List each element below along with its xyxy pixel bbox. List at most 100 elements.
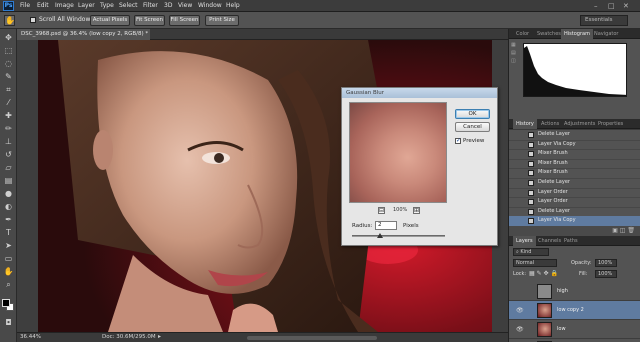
foreground-color-swatch[interactable] — [2, 299, 10, 307]
history-panel-tabs: History Actions Adjustments Properties — [509, 119, 640, 129]
healing-brush-tool-icon[interactable]: ✚ — [3, 110, 14, 121]
actual-pixels-button[interactable]: Actual Pixels — [90, 15, 130, 26]
layers-panel-tabs: Layers Channels Paths — [509, 236, 640, 246]
dodge-tool-icon[interactable]: ◐ — [3, 201, 14, 212]
horizontal-scrollbar[interactable] — [247, 336, 377, 340]
menu-help[interactable]: Help — [226, 2, 240, 9]
eraser-tool-icon[interactable]: ▱ — [3, 162, 14, 173]
zoom-in-button[interactable]: ⊞ — [413, 207, 420, 214]
radius-input[interactable]: 2 — [375, 221, 397, 230]
menu-filter[interactable]: Filter — [143, 2, 158, 9]
blur-preview-window[interactable] — [349, 102, 447, 203]
tab-swatches[interactable]: Swatches — [534, 29, 564, 39]
quick-mask-icon[interactable]: ◘ — [3, 317, 14, 328]
path-selection-tool-icon[interactable]: ➤ — [3, 240, 14, 251]
close-icon[interactable]: ✕ — [623, 2, 629, 10]
eyedropper-tool-icon[interactable]: ⁄ — [3, 97, 14, 108]
scroll-all-windows-checkbox[interactable] — [30, 17, 36, 23]
layer-row[interactable]: 👁 low copy 2 — [509, 301, 640, 320]
lock-icons[interactable]: ▦ ✎ ✥ 🔒 — [529, 270, 558, 277]
move-tool-icon[interactable]: ✥ — [3, 32, 14, 43]
opacity-label: Opacity: — [571, 260, 592, 266]
zoom-out-button[interactable]: ⊟ — [378, 207, 385, 214]
menu-window[interactable]: Window — [198, 2, 222, 9]
blend-mode-select[interactable]: Normal — [513, 259, 557, 267]
ok-button[interactable]: OK — [455, 109, 490, 119]
crop-tool-icon[interactable]: ⌗ — [3, 84, 14, 95]
layer-kind-label: Kind — [520, 249, 532, 255]
radius-slider-track[interactable] — [352, 235, 445, 237]
photoshop-logo: Ps — [3, 1, 14, 11]
histogram-curve — [524, 46, 626, 96]
tab-paths[interactable]: Paths — [561, 236, 581, 246]
minimize-icon[interactable]: – — [594, 2, 598, 10]
new-snapshot-icon[interactable]: ◫ — [620, 227, 626, 234]
marquee-tool-icon[interactable]: ⬚ — [3, 45, 14, 56]
blur-tool-icon[interactable]: ● — [3, 188, 14, 199]
visibility-eye-icon[interactable]: 👁 — [516, 307, 524, 314]
histogram-graph — [523, 43, 627, 97]
preview-zoom-level: 100% — [393, 207, 408, 213]
tab-channels[interactable]: Channels — [535, 236, 564, 246]
history-brush-tool-icon[interactable]: ↺ — [3, 149, 14, 160]
tab-layers[interactable]: Layers — [513, 236, 536, 246]
cancel-button[interactable]: Cancel — [455, 122, 490, 132]
gradient-tool-icon[interactable]: ▤ — [3, 175, 14, 186]
fill-screen-button[interactable]: Fill Screen — [169, 15, 200, 26]
history-item-label: Mixer Brush — [538, 169, 568, 176]
tab-history[interactable]: History — [513, 119, 537, 129]
layer-row[interactable]: 👁 low — [509, 320, 640, 339]
layer-name: low — [557, 326, 566, 332]
menu-layer[interactable]: Layer — [78, 2, 95, 9]
status-menu-arrow-icon[interactable]: ▸ — [158, 333, 161, 340]
history-item-label: Delete Layer — [538, 207, 570, 214]
hand-tool-icon[interactable]: ✋ — [3, 266, 14, 277]
delete-state-icon[interactable]: 🗑 — [627, 227, 635, 234]
hand-icon[interactable]: ✋ — [4, 15, 15, 26]
brush-tool-icon[interactable]: ✏ — [3, 123, 14, 134]
fill-input[interactable]: 100% — [595, 270, 617, 278]
document-tab[interactable]: DSC_3968.psd @ 36.4% (low copy 2, RGB/8)… — [17, 29, 150, 40]
history-item-label: Layer Via Copy — [538, 217, 576, 224]
menu-edit[interactable]: Edit — [37, 2, 49, 9]
history-step-icon — [528, 189, 534, 196]
quick-select-tool-icon[interactable]: ✎ — [3, 71, 14, 82]
menu-file[interactable]: File — [20, 2, 30, 9]
blur-preview-image — [350, 103, 446, 202]
clone-stamp-tool-icon[interactable]: ⊥ — [3, 136, 14, 147]
gaussian-blur-dialog: Gaussian Blur ⊟ 100% ⊞ OK Cancel ✓ Previ… — [341, 87, 498, 246]
opacity-input[interactable]: 100% — [595, 259, 617, 267]
tab-histogram[interactable]: Histogram — [561, 29, 593, 39]
pen-tool-icon[interactable]: ✒ — [3, 214, 14, 225]
zoom-readout[interactable]: 36.44% — [20, 334, 41, 340]
tab-color[interactable]: Color — [513, 29, 532, 39]
tab-properties[interactable]: Properties — [595, 119, 626, 129]
shape-tool-icon[interactable]: ▭ — [3, 253, 14, 264]
print-size-button[interactable]: Print Size — [205, 15, 239, 26]
document-tab-bar: DSC_3968.psd @ 36.4% (low copy 2, RGB/8)… — [17, 29, 508, 40]
menu-type[interactable]: Type — [100, 2, 114, 9]
preview-checkbox[interactable]: ✓ — [455, 138, 461, 144]
maximize-icon[interactable]: □ — [608, 2, 615, 10]
tab-navigator[interactable]: Navigator — [591, 29, 621, 39]
zoom-tool-icon[interactable]: ⌕ — [3, 279, 14, 290]
fit-screen-button[interactable]: Fit Screen — [134, 15, 165, 26]
tab-actions[interactable]: Actions — [538, 119, 562, 129]
menu-select[interactable]: Select — [119, 2, 138, 9]
tab-adjustments[interactable]: Adjustments — [561, 119, 598, 129]
radius-slider-thumb[interactable] — [376, 233, 383, 238]
menu-image[interactable]: Image — [55, 2, 74, 9]
dialog-title[interactable]: Gaussian Blur — [342, 88, 497, 98]
type-tool-icon[interactable]: T — [3, 227, 14, 238]
options-bar: ✋ Scroll All Windows Actual Pixels Fit S… — [0, 12, 640, 29]
layer-kind-filter[interactable]: ⌕ Kind — [513, 248, 549, 256]
menu-view[interactable]: View — [178, 2, 192, 9]
layer-row[interactable]: high — [509, 282, 640, 301]
workspace-select[interactable]: Essentials — [580, 15, 628, 26]
layer-thumbnail — [537, 322, 552, 337]
lasso-tool-icon[interactable]: ◌ — [3, 58, 14, 69]
new-document-from-state-icon[interactable]: ▣ — [612, 227, 618, 234]
history-step-icon — [528, 151, 534, 158]
menu-3d[interactable]: 3D — [164, 2, 172, 9]
visibility-eye-icon[interactable]: 👁 — [516, 326, 524, 333]
